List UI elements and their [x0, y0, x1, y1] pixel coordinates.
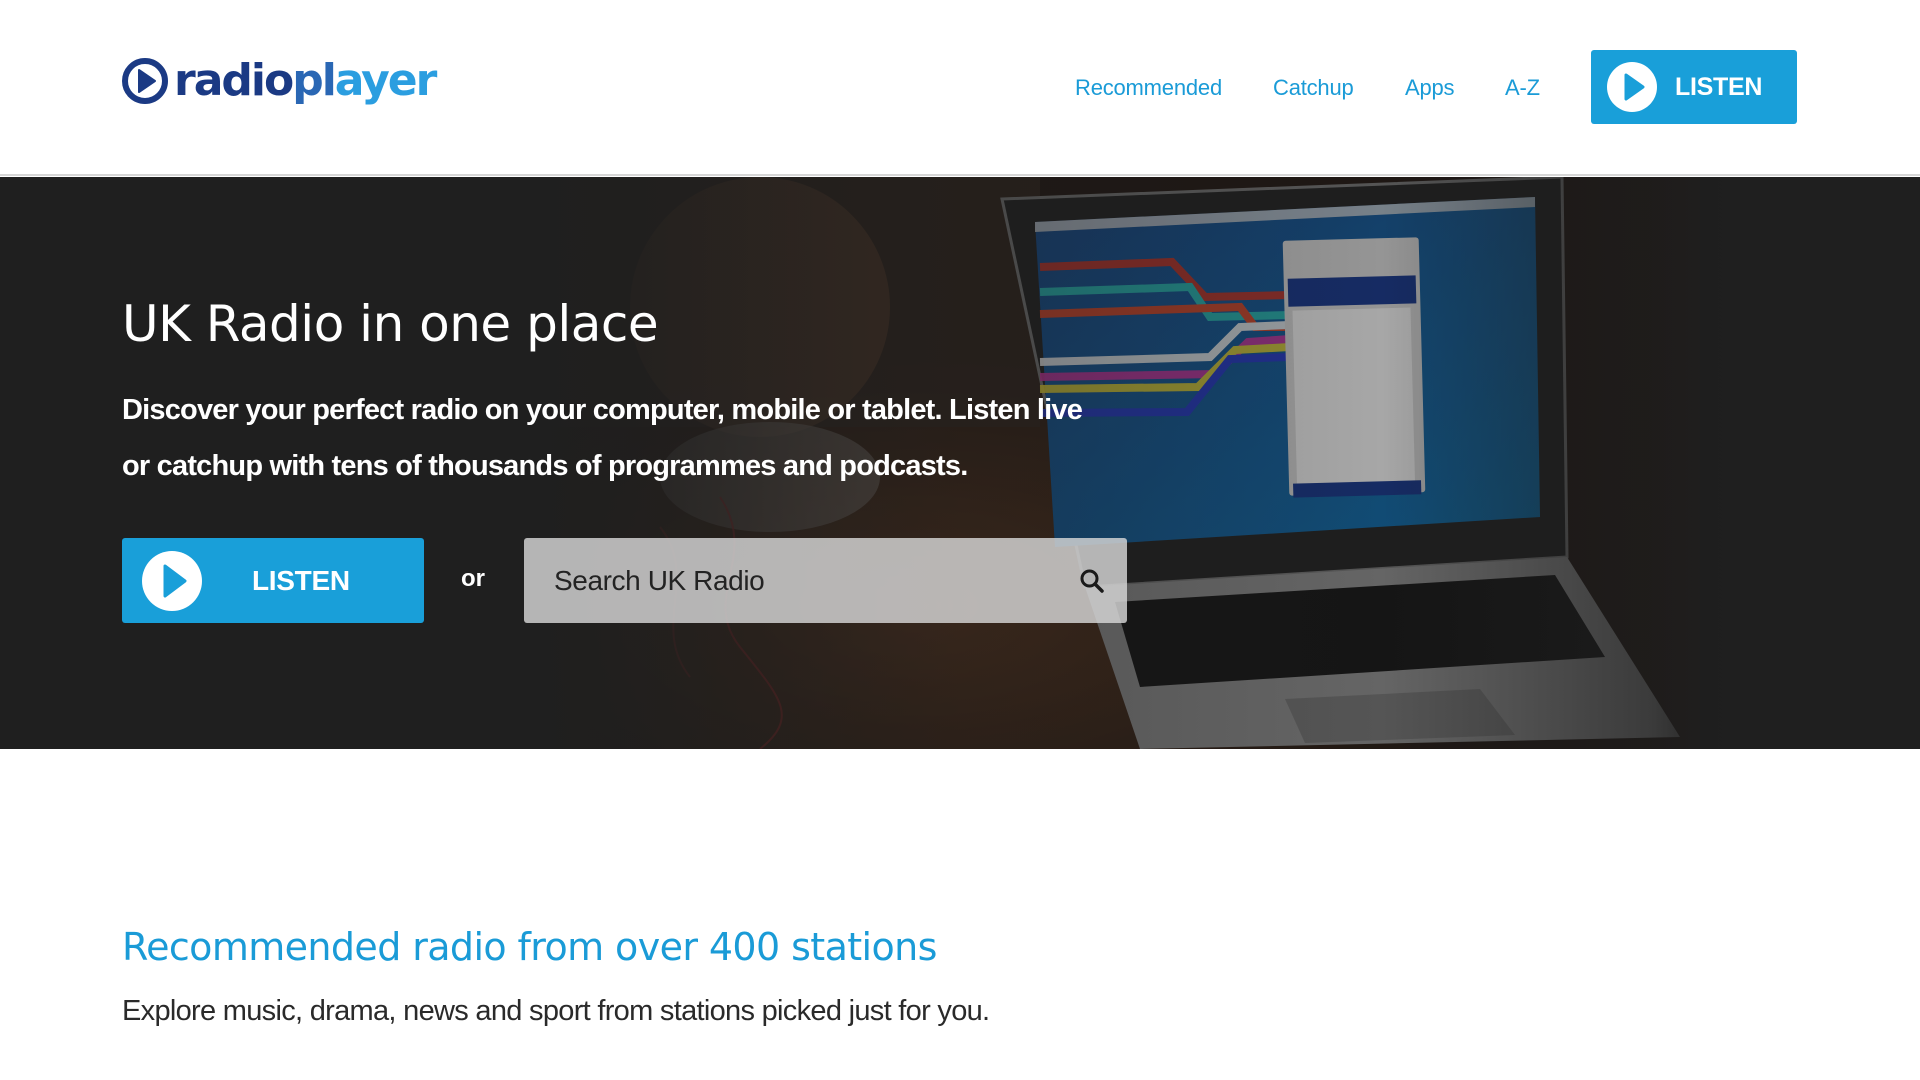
search-icon	[1080, 569, 1104, 593]
hero-listen-button[interactable]: LISTEN	[122, 538, 424, 623]
header-listen-label: LISTEN	[1675, 72, 1763, 101]
radioplayer-logo[interactable]: radioplayer	[122, 52, 437, 110]
search-button[interactable]	[1057, 538, 1127, 623]
hero-description: Discover your perfect radio on your comp…	[122, 382, 1142, 494]
header-listen-button[interactable]: LISTEN	[1591, 50, 1797, 124]
hero-description-line-2: or catchup with tens of thousands of pro…	[122, 450, 968, 482]
recommended-heading: Recommended radio from over 400 stations	[122, 925, 937, 969]
search-input[interactable]	[524, 538, 1057, 623]
nav-a-z[interactable]: A-Z	[1505, 70, 1540, 106]
logo-wordmark: radioplayer	[174, 55, 437, 106]
play-circle-logo-icon	[122, 58, 168, 104]
recommended-subtitle: Explore music, drama, news and sport fro…	[122, 995, 990, 1027]
hero-description-line-1: Discover your perfect radio on your comp…	[122, 394, 1083, 426]
nav-apps[interactable]: Apps	[1405, 70, 1455, 106]
or-separator: or	[461, 565, 485, 592]
nav-recommended[interactable]: Recommended	[1075, 70, 1222, 106]
hero-listen-label: LISTEN	[252, 564, 350, 596]
play-icon	[142, 550, 202, 611]
search-box	[524, 538, 1127, 623]
nav-catchup[interactable]: Catchup	[1273, 70, 1354, 106]
play-icon	[1607, 62, 1657, 112]
site-header: radioplayer Recommended Catchup Apps A-Z…	[0, 0, 1920, 176]
hero-title: UK Radio in one place	[122, 295, 659, 353]
hero-banner: UK Radio in one place Discover your perf…	[0, 177, 1920, 749]
